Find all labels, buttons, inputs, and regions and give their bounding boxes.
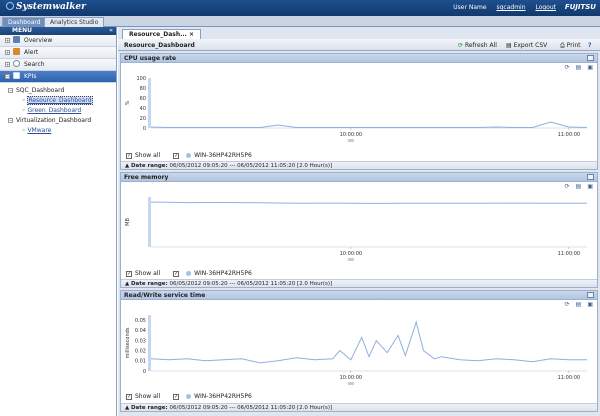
series-checkbox[interactable]: ✓ (173, 393, 180, 400)
sidebar-item-search[interactable]: + Search (0, 59, 116, 71)
tree-node-vmware[interactable]: ◦ VMware (0, 126, 116, 136)
date-range-bar: ▲ Date range: 06/05/2012 09:05:20 --- 06… (121, 161, 597, 169)
y-axis-label: % (125, 100, 131, 105)
search-icon (13, 60, 20, 67)
tab-analytics-studio[interactable]: Analytics Studio (44, 17, 105, 27)
chart-legend: ✓ Show all ✓ WIN-36HP42RH5P6 (126, 152, 252, 159)
logout-link[interactable]: Logout (535, 4, 556, 11)
refresh-icon: ⟳ (458, 42, 464, 49)
y-tick-label: 100 (136, 76, 146, 82)
series-line (150, 201, 587, 204)
x-scroll-handle (347, 258, 354, 261)
export-csv-button[interactable]: ▤ Export CSV (506, 42, 547, 49)
y-tick-label: 0.02 (135, 348, 146, 354)
free-memory-panel: Free memory ⟳ ▤ ▣ MB 10:00:00 11:00:00 ✓ Show… (120, 172, 598, 288)
y-tick-label: 80 (140, 86, 146, 92)
collapse-icon[interactable]: « (109, 27, 113, 35)
y-tick-label: 0 (143, 126, 146, 132)
show-all-checkbox[interactable]: ✓ (126, 270, 132, 277)
expand-icon[interactable]: + (5, 38, 10, 43)
tab-dashboard[interactable]: Dashboard (2, 17, 47, 27)
show-all-checkbox[interactable]: ✓ (126, 393, 132, 400)
chart-legend: ✓ Show all ✓ WIN-36HP42RH5P6 (126, 270, 252, 277)
date-range-toggle-icon[interactable]: ▲ (125, 405, 129, 411)
kpi-icon (13, 72, 20, 79)
sidebar: MENU « + Overview + Alert + Search − KPIs − S… (0, 27, 117, 416)
y-tick-label: 60 (140, 96, 146, 102)
logo-icon (6, 2, 14, 10)
print-button[interactable]: ⎙ Print (560, 42, 581, 50)
y-axis-strip (148, 78, 151, 128)
y-tick-label: 40 (140, 106, 146, 112)
date-range-toggle-icon[interactable]: ▲ (125, 163, 129, 169)
series-checkbox[interactable]: ✓ (173, 152, 180, 159)
top-tab-bar: Dashboard Analytics Studio (0, 16, 600, 27)
y-tick-label: 0.05 (135, 318, 146, 324)
date-range-toggle-icon[interactable]: ▲ (125, 281, 129, 287)
sidebar-item-overview[interactable]: + Overview (0, 35, 116, 47)
y-tick-label: 0.03 (135, 338, 146, 344)
tree-node-sqc-dashboard[interactable]: − SQC_Dashboard (0, 86, 116, 96)
series-checkbox[interactable]: ✓ (173, 270, 180, 277)
tab-resource-dashboard[interactable]: Resource_Dash... × (122, 29, 202, 39)
app-logo: Systemwalker (6, 2, 86, 12)
alert-icon (13, 48, 20, 55)
x-tick-label: 10:00:00 (340, 132, 362, 138)
chart-legend: ✓ Show all ✓ WIN-36HP42RH5P6 (126, 393, 252, 400)
x-tick-label: 10:00:00 (340, 375, 362, 381)
y-axis-strip (148, 197, 151, 247)
y-axis-strip (148, 315, 151, 371)
tree-node-virtualization-dashboard[interactable]: − Virtualization_Dashboard (0, 116, 116, 126)
read-write-service-time-panel: Read/Write service time ⟳ ▤ ▣ 0 0.01 0.02 0.0… (120, 290, 598, 412)
cpu-usage-panel: CPU usage rate ⟳ ▤ ▣ 0 20 40 60 80 100% 10:00:00… (120, 53, 598, 170)
y-axis-label: milliseconds (125, 327, 131, 358)
series-color-icon (186, 271, 192, 276)
series-line (150, 121, 588, 128)
export-icon: ▤ (506, 42, 512, 49)
sidebar-item-alert[interactable]: + Alert (0, 47, 116, 59)
collapse-node-icon[interactable]: − (8, 118, 13, 123)
x-tick-label: 11:00:00 (558, 251, 580, 257)
user-area: User Name sqcadmin Logout (445, 4, 556, 11)
date-range-bar: ▲ Date range: 06/05/2012 09:05:20 --- 06… (121, 279, 597, 287)
tree-node-green-dashboard[interactable]: ◦ Green_Dashboard (0, 106, 116, 116)
menu-title: MENU « (0, 27, 116, 35)
expand-icon[interactable]: + (5, 50, 10, 55)
x-tick-label: 11:00:00 (558, 132, 580, 138)
overview-icon (13, 36, 20, 43)
dashboard-title: Resource_Dashboard (124, 42, 195, 49)
series-line (150, 320, 587, 364)
refresh-all-button[interactable]: ⟳ Refresh All (458, 42, 497, 49)
series-color-icon (186, 153, 192, 158)
x-tick-label: 10:00:00 (340, 251, 362, 257)
show-all-checkbox[interactable]: ✓ (126, 152, 132, 159)
collapse-node-icon[interactable]: − (8, 88, 13, 93)
x-scroll-handle (347, 139, 354, 142)
user-label: User Name (453, 4, 487, 11)
user-name-link[interactable]: sqcadmin (496, 4, 525, 11)
y-tick-label: 0.01 (135, 359, 146, 365)
tree-node-resource-dashboard[interactable]: ◦ Resource_Dashboard (0, 96, 116, 106)
y-tick-label: 0 (143, 369, 146, 375)
kpi-tree: − SQC_Dashboard ◦ Resource_Dashboard ◦ Gr… (0, 83, 116, 136)
app-header: Systemwalker User Name sqcadmin Logout F… (0, 0, 600, 16)
help-button[interactable]: ? (588, 42, 591, 49)
y-axis-label: MB (125, 218, 131, 226)
print-icon: ⎙ (560, 42, 565, 49)
main-content: Resource_Dash... × Resource_Dashboard ⟳ … (118, 27, 600, 416)
sidebar-item-kpis[interactable]: − KPIs (0, 71, 116, 83)
y-tick-label: 0.04 (135, 328, 146, 334)
close-tab-icon[interactable]: × (189, 31, 194, 38)
x-scroll-handle (347, 382, 354, 385)
collapse-node-icon[interactable]: − (5, 74, 10, 79)
series-color-icon (186, 394, 192, 399)
dashboard-toolbar: Resource_Dashboard ⟳ Refresh All ▤ Expor… (118, 39, 600, 51)
expand-icon[interactable]: + (5, 62, 10, 67)
date-range-bar: ▲ Date range: 06/05/2012 09:05:20 --- 06… (121, 403, 597, 411)
vendor-logo: FUJITSU (564, 3, 596, 11)
x-tick-label: 11:00:00 (558, 375, 580, 381)
y-tick-label: 20 (140, 116, 146, 122)
